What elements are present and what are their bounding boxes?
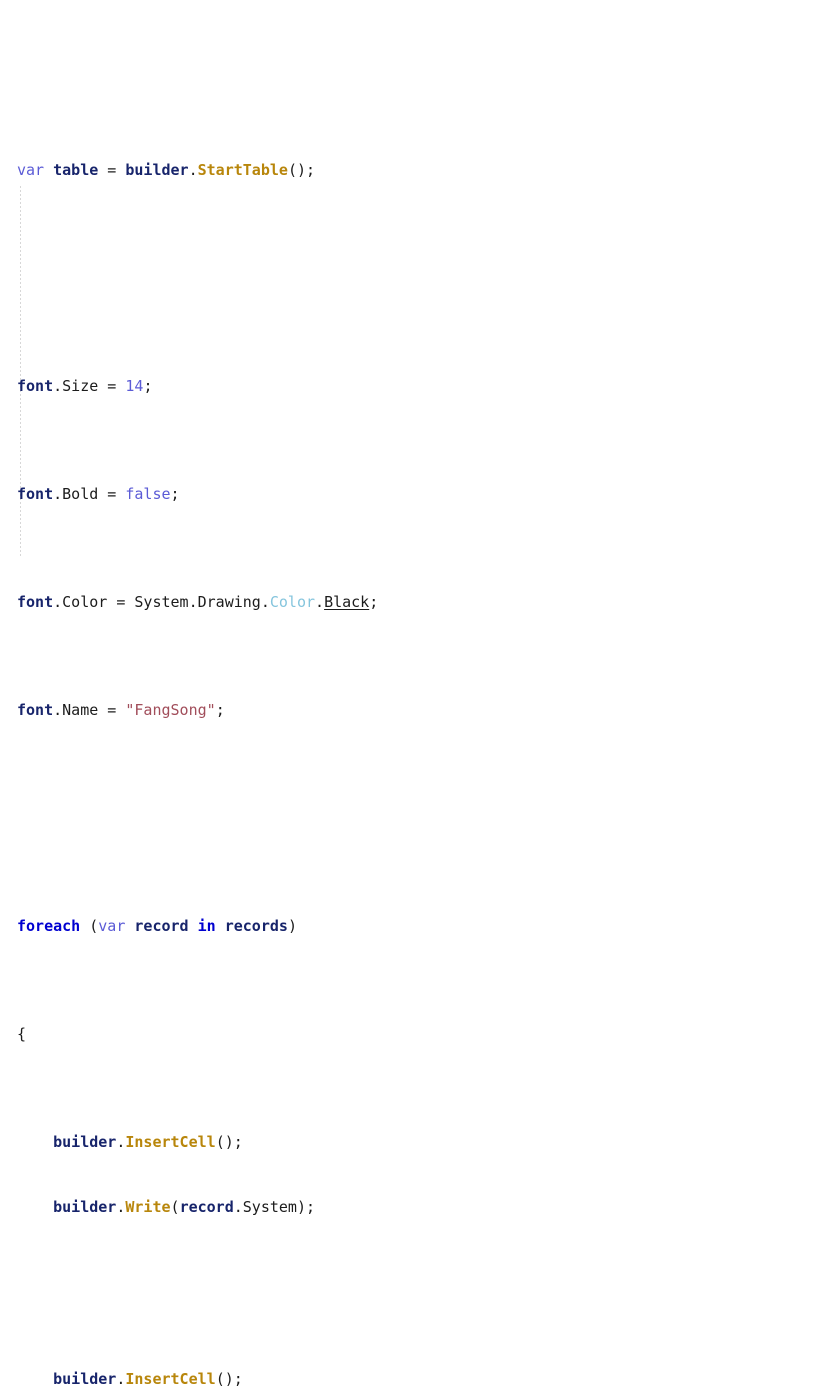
token-identifier-record: record xyxy=(180,1198,234,1216)
code-line-insertcell-2[interactable]: builder.InsertCell(); xyxy=(17,1369,817,1388)
token-keyword-var: var xyxy=(17,161,44,179)
code-line-write-1[interactable]: builder.Write(record.System); xyxy=(17,1197,817,1219)
token-identifier-font: font xyxy=(17,593,53,611)
token-identifier-font: font xyxy=(17,485,53,503)
token-method-starttable: StartTable xyxy=(198,161,288,179)
token-property-bold: .Bold = xyxy=(53,485,125,503)
token-method-insertcell: InsertCell xyxy=(125,1133,215,1151)
token-semicolon: ; xyxy=(143,377,152,395)
token-indent xyxy=(17,1370,53,1388)
token-identifier-table: table xyxy=(53,161,98,179)
token-property-system: System xyxy=(243,1198,297,1216)
token-paren-open: ( xyxy=(171,1198,180,1216)
token-semicolon: ; xyxy=(369,593,378,611)
token-dot: . xyxy=(116,1370,125,1388)
token-method-write: Write xyxy=(125,1198,170,1216)
token-identifier-font: font xyxy=(17,377,53,395)
token-tail: (); xyxy=(288,161,315,179)
token-identifier-builder: builder xyxy=(53,1370,116,1388)
token-semicolon: ; xyxy=(216,701,225,719)
token-property-size: .Size = xyxy=(53,377,125,395)
code-line-blank xyxy=(17,1283,817,1305)
token-property-color: .Color = System.Drawing. xyxy=(53,593,270,611)
code-line-7-blank xyxy=(17,808,817,830)
token-keyword-false: false xyxy=(125,485,170,503)
token-dot: . xyxy=(116,1133,125,1151)
token-dot: . xyxy=(234,1198,243,1216)
token-keyword-in: in xyxy=(198,917,216,935)
token-indent xyxy=(17,1198,53,1216)
token-space xyxy=(216,917,225,935)
token-semicolon: ; xyxy=(171,485,180,503)
token-string-fangsong: "FangSong" xyxy=(125,701,215,719)
code-line-8-foreach[interactable]: foreach (var record in records) xyxy=(17,916,817,938)
code-line-1[interactable]: var table = builder.StartTable(); xyxy=(17,160,817,182)
token-space xyxy=(189,917,198,935)
code-line-6[interactable]: font.Name = "FangSong"; xyxy=(17,700,817,722)
token-method-insertcell: InsertCell xyxy=(125,1370,215,1388)
token-space xyxy=(125,917,134,935)
code-editor[interactable]: var table = builder.StartTable(); font.S… xyxy=(0,0,817,694)
token-identifier-font: font xyxy=(17,701,53,719)
token-brace-open: { xyxy=(17,1025,26,1043)
code-line-2-blank xyxy=(17,268,817,290)
token-tail: ); xyxy=(297,1198,315,1216)
token-identifier-builder: builder xyxy=(53,1133,116,1151)
token-paren-close: ) xyxy=(288,917,297,935)
code-line-3[interactable]: font.Size = 14; xyxy=(17,376,817,398)
token-property-name: .Name = xyxy=(53,701,125,719)
token-assign: = xyxy=(98,161,125,179)
token-identifier-builder: builder xyxy=(125,161,188,179)
token-keyword-foreach: foreach xyxy=(17,917,80,935)
token-dot: . xyxy=(116,1198,125,1216)
code-line-insertcell-1[interactable]: builder.InsertCell(); xyxy=(17,1132,817,1154)
token-identifier-records: records xyxy=(225,917,288,935)
code-line-4[interactable]: font.Bold = false; xyxy=(17,484,817,506)
token-identifier-builder: builder xyxy=(53,1198,116,1216)
token-number-14: 14 xyxy=(125,377,143,395)
token-keyword-var: var xyxy=(98,917,125,935)
token-dot: . xyxy=(189,161,198,179)
token-dot: . xyxy=(315,593,324,611)
token-indent xyxy=(17,1133,53,1151)
token-type-color: Color xyxy=(270,593,315,611)
code-line-9-brace-open[interactable]: { xyxy=(17,1024,817,1046)
token-identifier-record: record xyxy=(134,917,188,935)
token-paren-open: ( xyxy=(80,917,98,935)
token-tail: (); xyxy=(216,1370,243,1388)
token-tail: (); xyxy=(216,1133,243,1151)
code-content[interactable]: var table = builder.StartTable(); font.S… xyxy=(0,0,817,1388)
token-member-black[interactable]: Black xyxy=(324,593,369,611)
code-line-5[interactable]: font.Color = System.Drawing.Color.Black; xyxy=(17,592,817,614)
token-space xyxy=(44,161,53,179)
